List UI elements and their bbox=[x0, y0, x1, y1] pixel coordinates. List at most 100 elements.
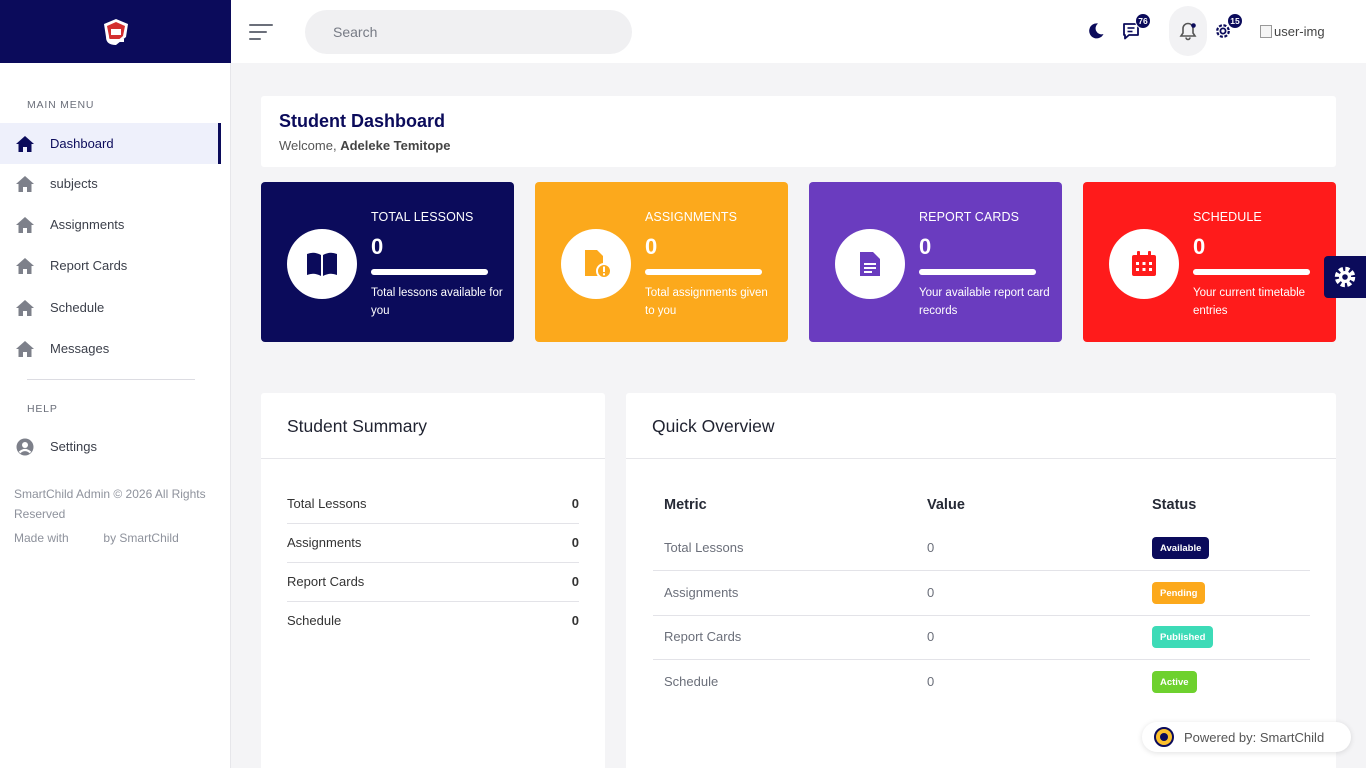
settings-badge: 15 bbox=[1227, 13, 1243, 29]
sidebar-item-label: subjects bbox=[50, 176, 98, 191]
stat-progress bbox=[645, 269, 762, 275]
home-icon bbox=[14, 215, 36, 235]
summary-value: 0 bbox=[571, 613, 579, 628]
sidebar-item-schedule[interactable]: Schedule bbox=[0, 287, 221, 328]
status-badge: Pending bbox=[1152, 582, 1206, 604]
document-icon bbox=[835, 229, 905, 299]
metric-cell: Assignments bbox=[664, 585, 739, 600]
stat-title: TOTAL LESSONS bbox=[371, 210, 474, 224]
home-icon bbox=[14, 298, 36, 318]
summary-row: Schedule 0 bbox=[287, 601, 579, 640]
summary-label: Schedule bbox=[287, 613, 342, 628]
quick-overview-panel: Quick Overview Metric Value Status Total… bbox=[626, 393, 1336, 768]
sidebar-item-label: Settings bbox=[50, 439, 97, 454]
file-alert-icon bbox=[561, 229, 631, 299]
customizer-gear-icon[interactable] bbox=[1324, 256, 1366, 298]
stat-card-report-cards[interactable]: REPORT CARDS 0 Your available report car… bbox=[809, 182, 1062, 342]
column-header-value: Value bbox=[927, 497, 965, 513]
sidebar-item-report-cards[interactable]: Report Cards bbox=[0, 245, 221, 286]
powered-by-text: Powered by: SmartChild bbox=[1184, 729, 1325, 745]
column-header-status: Status bbox=[1152, 497, 1197, 513]
summary-value: 0 bbox=[571, 574, 579, 589]
dark-mode-icon[interactable] bbox=[1083, 18, 1109, 44]
row-divider bbox=[653, 570, 1310, 571]
student-summary-panel: Student Summary Total Lessons 0 Assignme… bbox=[261, 393, 605, 768]
stat-card-schedule[interactable]: SCHEDULE 0 Your current timetable entrie… bbox=[1083, 182, 1336, 342]
avatar-alt-text: user-img bbox=[1274, 24, 1325, 39]
stat-value: 0 bbox=[1193, 234, 1206, 259]
sidebar-item-assignments[interactable]: Assignments bbox=[0, 204, 221, 245]
summary-label: Total Lessons bbox=[287, 496, 367, 511]
home-icon bbox=[14, 174, 36, 194]
summary-row: Assignments 0 bbox=[287, 523, 579, 562]
stat-description: Total assignments given to you bbox=[645, 287, 768, 317]
summary-row: Report Cards 0 bbox=[287, 562, 579, 601]
stat-value: 0 bbox=[645, 234, 658, 259]
topbar: 76 15 user-img bbox=[231, 0, 1366, 63]
logo-bar bbox=[0, 0, 231, 63]
sidebar-item-label: Assignments bbox=[50, 217, 125, 232]
stat-progress bbox=[371, 269, 488, 275]
made-with-text: Made with by SmartChild bbox=[14, 528, 214, 548]
metric-cell: Schedule bbox=[664, 674, 719, 689]
sidebar-item-label: Schedule bbox=[50, 300, 105, 315]
sidebar-item-label: Report Cards bbox=[50, 258, 128, 273]
stat-progress bbox=[1193, 269, 1310, 275]
settings-gear-icon[interactable]: 15 bbox=[1210, 13, 1243, 44]
row-divider bbox=[653, 615, 1310, 616]
page-title: Student Dashboard bbox=[279, 111, 446, 131]
status-badge: Published bbox=[1152, 626, 1214, 648]
messages-icon[interactable]: 76 bbox=[1118, 13, 1151, 44]
welcome-prefix: Welcome, bbox=[279, 138, 337, 153]
sidebar-item-messages[interactable]: Messages bbox=[0, 328, 221, 369]
summary-value: 0 bbox=[571, 496, 579, 511]
page-header: Student Dashboard Welcome, Adeleke Temit… bbox=[261, 96, 1336, 167]
metric-cell: Total Lessons bbox=[664, 540, 744, 555]
home-icon bbox=[14, 339, 36, 359]
home-icon bbox=[14, 256, 36, 276]
sidebar-item-label: Dashboard bbox=[50, 136, 114, 151]
sidebar: MAIN MENU Dashboard subjects Assignments… bbox=[0, 63, 231, 768]
home-icon bbox=[14, 134, 36, 154]
stat-value: 0 bbox=[371, 234, 384, 259]
stat-description: Total lessons available for you bbox=[371, 287, 503, 317]
bell-icon bbox=[1179, 22, 1197, 41]
stat-title: SCHEDULE bbox=[1193, 210, 1262, 224]
status-badge: Available bbox=[1152, 537, 1210, 559]
made-with-label: Made with bbox=[14, 531, 69, 545]
value-cell: 0 bbox=[927, 585, 935, 600]
welcome-text: Welcome, Adeleke Temitope bbox=[279, 138, 1318, 153]
user-name: Adeleke Temitope bbox=[340, 138, 451, 153]
sidebar-item-settings[interactable]: Settings bbox=[0, 426, 221, 467]
stat-card-total-lessons[interactable]: TOTAL LESSONS 0 Total lessons available … bbox=[261, 182, 514, 342]
stat-description: Your current timetable entries bbox=[1193, 287, 1306, 317]
menu-toggle-icon[interactable] bbox=[249, 22, 273, 42]
sidebar-item-subjects[interactable]: subjects bbox=[0, 163, 221, 204]
avatar[interactable]: user-img bbox=[1260, 24, 1325, 39]
quick-overview-title: Quick Overview bbox=[626, 393, 1336, 459]
stat-title: REPORT CARDS bbox=[919, 210, 1020, 224]
messages-badge: 76 bbox=[1135, 13, 1151, 29]
broken-image-icon bbox=[1260, 25, 1272, 38]
smartchild-logo-icon bbox=[1154, 727, 1174, 747]
help-title: HELP bbox=[27, 403, 58, 415]
sidebar-item-label: Messages bbox=[50, 341, 110, 356]
sidebar-item-dashboard[interactable]: Dashboard bbox=[0, 123, 221, 164]
summary-row: Total Lessons 0 bbox=[287, 484, 579, 523]
stat-card-assignments[interactable]: ASSIGNMENTS 0 Total assignments given to… bbox=[535, 182, 788, 342]
status-badge: Active bbox=[1152, 671, 1197, 693]
calendar-icon bbox=[1109, 229, 1179, 299]
summary-value: 0 bbox=[571, 535, 579, 550]
made-by-label: by SmartChild bbox=[103, 531, 179, 545]
metric-cell: Report Cards bbox=[664, 629, 742, 644]
student-summary-title: Student Summary bbox=[261, 393, 605, 459]
value-cell: 0 bbox=[927, 674, 935, 689]
main-menu-title: MAIN MENU bbox=[27, 99, 95, 111]
row-divider bbox=[653, 659, 1310, 660]
notifications-button[interactable] bbox=[1169, 6, 1207, 56]
value-cell: 0 bbox=[927, 540, 935, 555]
stat-value: 0 bbox=[919, 234, 932, 259]
search-input[interactable] bbox=[305, 10, 632, 54]
powered-by-badge[interactable]: Powered by: SmartChild bbox=[1142, 722, 1351, 752]
value-cell: 0 bbox=[927, 629, 935, 644]
